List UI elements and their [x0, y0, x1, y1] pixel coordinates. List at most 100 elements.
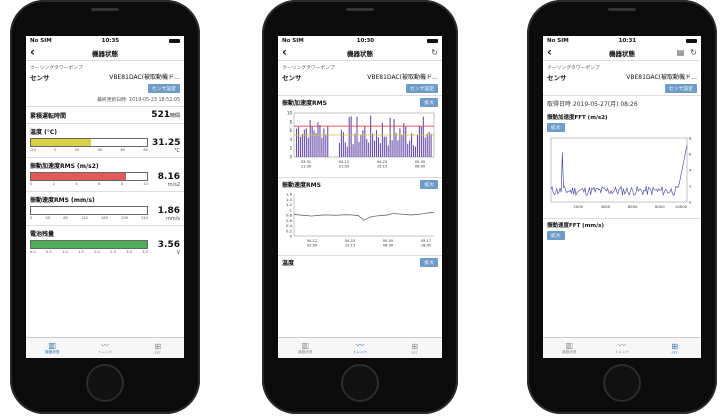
- tab-label: 機器状態: [45, 350, 60, 354]
- speaker: [608, 8, 636, 11]
- sensor-label: センサ: [30, 74, 50, 82]
- tab-trend[interactable]: 〰トレンド: [79, 338, 132, 358]
- trend-icon: 〰: [618, 341, 626, 350]
- tick-label: 240: [141, 216, 148, 220]
- nav-title: 機器状態: [92, 49, 118, 58]
- tick-label: 0: [30, 182, 33, 186]
- refresh-icon[interactable]: ↻: [431, 48, 438, 57]
- x-tick-label: 04-12: [339, 160, 349, 164]
- accel-rms-header: 振動加速度RMS 拡大: [278, 95, 442, 109]
- tick-label: 3.5: [142, 250, 148, 254]
- tab-device-status[interactable]: ▥ 機器状態: [543, 338, 596, 358]
- home-button[interactable]: [341, 364, 379, 402]
- phone-2: No SIM 10:30 ‹ 機器状態 ↻ クーリングタワーポンプ センサ VB…: [262, 0, 458, 414]
- temperature-ticks: -20 0 20 40 60 80: [30, 148, 148, 152]
- carrier: No SIM: [547, 37, 569, 44]
- bar: [303, 129, 305, 157]
- sensor-row[interactable]: センサ VBE81DAC(被取動機ド…: [26, 72, 184, 82]
- tab-fft[interactable]: ⊞ FFT: [387, 338, 442, 358]
- screen-trend: No SIM 10:30 ‹ 機器状態 ↻ クーリングタワーポンプ センサ VB…: [278, 36, 442, 358]
- bar: [416, 134, 418, 157]
- x-tick-label: 02:00: [307, 244, 318, 248]
- bar: [420, 126, 422, 157]
- bar: [356, 116, 358, 157]
- y-tick-label: 10: [287, 111, 293, 116]
- bar: [430, 133, 432, 157]
- tab-label: トレンド: [97, 350, 113, 354]
- bar: [399, 128, 401, 157]
- tab-trend[interactable]: 〰トレンド: [333, 338, 388, 358]
- vib-vel-row: 振動速度RMS (mm/s) 0 40 80 120 160 200 240 1.86 mm/…: [26, 192, 184, 226]
- battery-icon: [168, 38, 180, 43]
- sensor-value: VBE81DAC(被取動機ド…: [626, 74, 697, 81]
- tab-device-status[interactable]: ▥ 機器状態: [26, 338, 79, 358]
- vel-rms-zoom-button[interactable]: 拡大: [420, 180, 438, 189]
- tab-trend[interactable]: 〰トレンド: [596, 338, 649, 358]
- x-tick-label: 15:15: [377, 165, 387, 169]
- back-chevron-icon[interactable]: ‹: [547, 45, 552, 60]
- battery-gauge-fill: [31, 241, 147, 248]
- accel-rms-title: 振動加速度RMS: [282, 100, 327, 107]
- x-tick-label: 08:30: [383, 244, 394, 248]
- equipment-name: クーリングタワーポンプ: [30, 66, 83, 71]
- vib-vel-gauge: [30, 206, 148, 215]
- speaker: [346, 8, 374, 11]
- bar-chart-icon: ▥: [565, 341, 574, 350]
- vib-vel-value: 1.86: [157, 206, 180, 216]
- bar: [389, 117, 391, 157]
- temperature-unit: °C: [174, 148, 180, 154]
- y-tick-label: 8: [689, 136, 692, 141]
- fft-icon: ⊞: [411, 341, 419, 351]
- bar: [360, 134, 362, 157]
- fft-accel-title: 振動加速度FFT (m/s2): [547, 115, 608, 121]
- vib-accel-gauge: [30, 172, 148, 181]
- bar: [370, 115, 372, 157]
- accel-rms-zoom-button[interactable]: 拡大: [420, 98, 438, 107]
- tab-label: 機器状態: [298, 350, 313, 354]
- x-tick-label: 06:00: [415, 165, 426, 169]
- fft-icon: ⊞: [671, 341, 679, 351]
- bar: [299, 136, 301, 157]
- home-button[interactable]: [86, 364, 124, 402]
- bar: [366, 138, 368, 157]
- back-chevron-icon[interactable]: ‹: [30, 45, 35, 60]
- vib-accel-value: 8.16: [157, 172, 180, 182]
- bar: [393, 119, 395, 157]
- screen-device-status: No SIM 10:35 ‹ 機器状態 クーリングタワーポンプ センサ VBE8…: [26, 36, 184, 358]
- bar: [327, 126, 329, 157]
- tab-fft[interactable]: ⊞ FFT: [131, 338, 184, 358]
- temperature-title: 温度: [282, 260, 295, 267]
- sensor-settings-button[interactable]: センサ設定: [406, 84, 438, 93]
- sensor-settings-button[interactable]: センサ設定: [665, 84, 697, 93]
- sensor-row[interactable]: センサ VBE81DAC(被取動機ド…: [278, 72, 442, 82]
- bar: [352, 144, 354, 157]
- bar: [426, 133, 428, 157]
- tab-fft[interactable]: ⊞ FFT: [648, 338, 701, 358]
- refresh-icon[interactable]: ↻: [690, 48, 697, 57]
- y-tick-label: 0.4: [286, 223, 293, 228]
- fft-accel-zoom-button[interactable]: 拡大: [547, 123, 565, 132]
- fft-vel-zoom-button[interactable]: 拡大: [547, 231, 565, 240]
- bar: [407, 143, 409, 157]
- y-tick-label: 2: [689, 184, 692, 189]
- tab-device-status[interactable]: ▥ 機器状態: [278, 338, 333, 358]
- bar: [301, 134, 303, 157]
- x-tick-label: 03-31: [301, 160, 311, 164]
- home-button[interactable]: [603, 364, 641, 402]
- document-icon[interactable]: ▤: [677, 48, 685, 57]
- sensor-row[interactable]: センサ VBE81DAC(被取動機ド…: [543, 72, 701, 82]
- nav-bar: ‹ 機器状態 ▤ ↻: [543, 45, 701, 61]
- bar: [391, 140, 393, 157]
- bar: [317, 122, 319, 157]
- tick-label: 60: [120, 148, 126, 152]
- tick-label: 160: [101, 216, 108, 220]
- tab-bar: ▥ 機器状態 〰トレンド ⊞ FFT: [543, 337, 701, 358]
- bar: [311, 126, 313, 157]
- back-chevron-icon[interactable]: ‹: [282, 45, 287, 60]
- vel-rms-header: 振動速度RMS 拡大: [278, 177, 442, 191]
- temperature-zoom-button[interactable]: 拡大: [420, 258, 438, 267]
- sensor-settings-button[interactable]: センサ設定: [148, 84, 180, 93]
- bar: [325, 134, 327, 157]
- tick-label: 4: [75, 182, 78, 186]
- bar: [377, 137, 379, 157]
